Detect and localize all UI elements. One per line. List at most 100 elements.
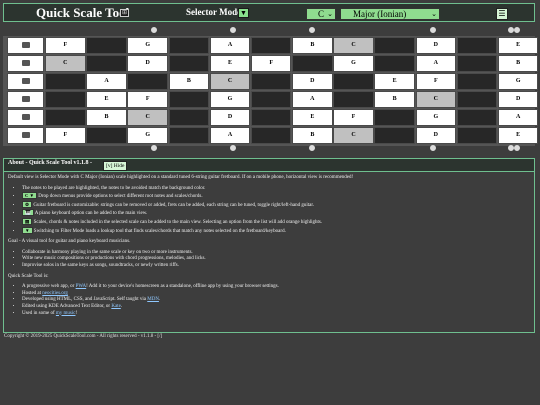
- fret-note[interactable]: B: [86, 109, 127, 126]
- fret-note[interactable]: E: [374, 73, 415, 90]
- fret-empty[interactable]: [292, 55, 333, 72]
- fret-note[interactable]: E: [497, 127, 539, 144]
- string-tuning-icon[interactable]: [7, 109, 44, 126]
- fret-note[interactable]: G: [127, 37, 168, 54]
- fret-empty[interactable]: [250, 91, 292, 108]
- kate-link[interactable]: Kate: [111, 304, 120, 309]
- fret-empty[interactable]: [86, 55, 127, 72]
- fret-note[interactable]: F: [45, 37, 86, 54]
- fret-empty[interactable]: [127, 73, 168, 90]
- fret-note[interactable]: C: [209, 73, 251, 90]
- fret-empty[interactable]: [374, 127, 415, 144]
- fret-note[interactable]: F: [127, 91, 168, 108]
- fret-note[interactable]: E: [497, 37, 539, 54]
- fret-empty[interactable]: [456, 73, 498, 90]
- fret-note[interactable]: G: [415, 109, 457, 126]
- fret-empty[interactable]: [168, 127, 210, 144]
- fret-empty[interactable]: [168, 55, 210, 72]
- fret-note[interactable]: B: [292, 37, 333, 54]
- fretboard-grid: FGABCDECDEFGABABCDEFGEFGABCDBCDEFGAFGABC…: [3, 36, 539, 146]
- fret-empty[interactable]: [333, 91, 374, 108]
- fret-empty[interactable]: [456, 127, 498, 144]
- fret-empty[interactable]: [86, 127, 127, 144]
- fret-note[interactable]: D: [127, 55, 168, 72]
- fret-note[interactable]: B: [168, 73, 210, 90]
- fret-note[interactable]: F: [333, 109, 374, 126]
- feature-text: Scales, chords & notes included in the s…: [33, 219, 323, 225]
- feature-text: Drop down menus provide options to selec…: [38, 194, 203, 200]
- fret-empty[interactable]: [168, 37, 210, 54]
- fret-note[interactable]: D: [209, 109, 251, 126]
- fret-note[interactable]: G: [209, 91, 251, 108]
- my-music-link[interactable]: my music: [56, 311, 76, 316]
- fret-note[interactable]: A: [497, 109, 539, 126]
- fret-note[interactable]: C: [333, 37, 374, 54]
- fret-note[interactable]: C: [127, 109, 168, 126]
- fret-note[interactable]: G: [497, 73, 539, 90]
- fret-empty[interactable]: [374, 55, 415, 72]
- string-tuning-icon[interactable]: [7, 91, 44, 108]
- string-row: C D EF G A B: [3, 55, 539, 72]
- fret-note[interactable]: F: [415, 73, 457, 90]
- fret-note[interactable]: E: [292, 109, 333, 126]
- fret-empty[interactable]: [456, 109, 498, 126]
- string-row: F G A BC D E: [3, 37, 539, 54]
- root-note-select[interactable]: C ⌄: [306, 8, 336, 20]
- menu-button[interactable]: ☰: [496, 8, 508, 20]
- fret-note[interactable]: A: [209, 127, 251, 144]
- fret-empty[interactable]: [250, 109, 292, 126]
- fret-empty[interactable]: [374, 37, 415, 54]
- fret-note[interactable]: D: [415, 37, 457, 54]
- string-tuning-icon[interactable]: [7, 73, 44, 90]
- fret-note[interactable]: C: [333, 127, 374, 144]
- fret-note[interactable]: B: [374, 91, 415, 108]
- fret-empty[interactable]: [250, 127, 292, 144]
- fret-empty[interactable]: [250, 37, 292, 54]
- fret-empty[interactable]: [45, 91, 86, 108]
- about-intro: Default view is Selector Mode with C Maj…: [8, 175, 354, 180]
- fret-empty[interactable]: [168, 109, 210, 126]
- list-item: Developed using HTML, CSS, and JavaScrip…: [22, 297, 532, 304]
- fret-note[interactable]: A: [415, 55, 457, 72]
- fret-note[interactable]: D: [497, 91, 539, 108]
- string-tuning-icon[interactable]: [7, 55, 44, 72]
- fret-note[interactable]: E: [86, 91, 127, 108]
- fret-empty[interactable]: [456, 55, 498, 72]
- fret-note[interactable]: F: [250, 55, 292, 72]
- mode-toggle-button[interactable]: ▼: [238, 8, 249, 18]
- string-row: F G A BC D E: [3, 127, 539, 144]
- fret-note[interactable]: D: [415, 127, 457, 144]
- fret-note[interactable]: A: [292, 91, 333, 108]
- fret-marker-double: [506, 145, 522, 155]
- fret-empty[interactable]: [374, 109, 415, 126]
- fret-empty[interactable]: [86, 37, 127, 54]
- fret-note[interactable]: B: [497, 55, 539, 72]
- fret-note[interactable]: C: [45, 55, 86, 72]
- fret-note[interactable]: E: [209, 55, 251, 72]
- fret-empty[interactable]: [250, 73, 292, 90]
- fret-empty[interactable]: [456, 37, 498, 54]
- fret-note[interactable]: A: [209, 37, 251, 54]
- fret-note[interactable]: C: [415, 91, 457, 108]
- fret-empty[interactable]: [168, 91, 210, 108]
- fret-note[interactable]: F: [45, 127, 86, 144]
- scale-select[interactable]: Major (Ionian) ⌄: [340, 8, 440, 20]
- hide-button[interactable]: [v] Hide: [103, 161, 128, 171]
- pwa-link[interactable]: PWA: [76, 284, 87, 289]
- string-tuning-icon[interactable]: [7, 127, 44, 144]
- fret-empty[interactable]: [456, 91, 498, 108]
- fret-note[interactable]: B: [292, 127, 333, 144]
- fret-note[interactable]: G: [127, 127, 168, 144]
- fret-empty[interactable]: [45, 109, 86, 126]
- info-icon[interactable]: ⊞: [120, 9, 129, 17]
- fret-note[interactable]: A: [86, 73, 127, 90]
- fret-empty[interactable]: [45, 73, 86, 90]
- fret-note[interactable]: D: [292, 73, 333, 90]
- top-fret-markers: [3, 27, 535, 36]
- fret-note[interactable]: G: [333, 55, 374, 72]
- fret-empty[interactable]: [333, 73, 374, 90]
- neocities-link[interactable]: neocities.org: [42, 291, 68, 296]
- string-tuning-icon[interactable]: [7, 37, 44, 54]
- app-header: Quick Scale Tool ⊞ Selector Mode ▼ C ⌄ M…: [3, 3, 535, 22]
- mdn-link[interactable]: MDN: [147, 297, 159, 302]
